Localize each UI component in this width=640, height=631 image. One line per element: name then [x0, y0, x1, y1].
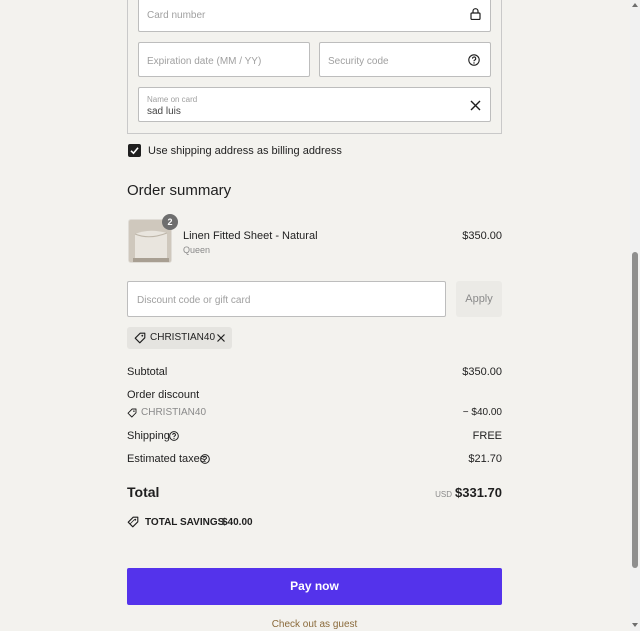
applied-code-chip: CHRISTIAN40	[127, 327, 232, 349]
discount-code-placeholder: Discount code or gift card	[137, 295, 251, 306]
order-summary-title: Order summary	[127, 182, 232, 199]
tag-icon	[127, 408, 137, 418]
total-label: Total	[127, 484, 160, 500]
subtotal-value: $350.00	[462, 366, 502, 378]
help-circle-icon[interactable]	[468, 54, 480, 66]
remove-code-icon[interactable]	[217, 334, 225, 342]
expiration-date-field[interactable]: Expiration date (MM / YY)	[138, 42, 310, 77]
savings-tag-icon	[127, 516, 139, 528]
total-savings-label: TOTAL SAVINGS	[145, 517, 225, 528]
order-discount-label: Order discount	[127, 389, 200, 401]
product-price: $350.00	[462, 230, 502, 242]
product-variant: Queen	[183, 245, 211, 255]
shipping-value: FREE	[472, 430, 502, 442]
card-number-placeholder: Card number	[147, 10, 206, 21]
security-code-field[interactable]: Security code	[319, 42, 491, 77]
scroll-down-arrow-icon[interactable]	[631, 621, 639, 629]
total-savings-value: $40.00	[222, 517, 253, 528]
name-on-card-value: sad luis	[147, 106, 181, 117]
name-on-card-field[interactable]: Name on card sad luis	[138, 87, 491, 122]
security-code-placeholder: Security code	[328, 56, 389, 67]
taxes-value: $21.70	[468, 453, 502, 465]
scrollbar-thumb[interactable]	[632, 252, 638, 568]
help-circle-icon[interactable]	[169, 431, 179, 441]
checkmark-icon	[130, 147, 139, 155]
currency-code: USD	[435, 490, 452, 499]
billing-address-checkbox[interactable]	[128, 144, 141, 157]
total-amount: USD $331.70	[382, 484, 502, 502]
total-value: $331.70	[455, 485, 502, 500]
subtotal-label: Subtotal	[127, 366, 168, 378]
tag-icon	[134, 332, 146, 344]
product-name: Linen Fitted Sheet - Natural	[183, 230, 318, 242]
scroll-up-arrow-icon[interactable]	[631, 1, 639, 9]
applied-code-label: CHRISTIAN40	[150, 332, 216, 343]
apply-button[interactable]: Apply	[456, 281, 502, 317]
card-number-field[interactable]: Card number	[138, 0, 491, 32]
guest-checkout-link[interactable]: Check out as guest	[127, 619, 502, 630]
expiration-placeholder: Expiration date (MM / YY)	[147, 56, 262, 67]
discount-code-line: CHRISTIAN40	[141, 407, 207, 418]
discount-code-field[interactable]: Discount code or gift card	[127, 281, 446, 317]
lock-icon	[470, 8, 481, 20]
discount-value: − $40.00	[462, 407, 502, 418]
taxes-label: Estimated taxes	[127, 453, 206, 465]
help-circle-icon[interactable]	[200, 454, 210, 464]
clear-icon[interactable]	[470, 100, 481, 111]
billing-address-label: Use shipping address as billing address	[148, 145, 342, 157]
pay-now-button[interactable]: Pay now	[127, 568, 502, 605]
quantity-badge: 2	[162, 214, 178, 230]
shipping-label: Shipping	[127, 430, 170, 442]
name-on-card-label: Name on card	[147, 95, 198, 104]
